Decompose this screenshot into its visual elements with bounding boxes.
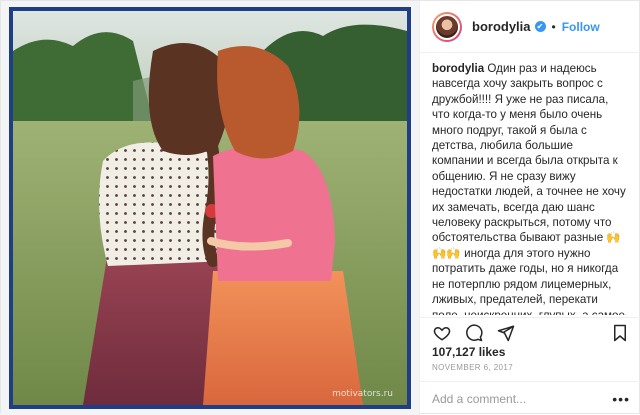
- verified-badge-icon: ✔: [534, 21, 546, 32]
- photo-frame: motivators.ru: [9, 7, 411, 409]
- save-button[interactable]: [608, 321, 632, 345]
- photo-watermark: motivators.ru: [332, 389, 393, 399]
- avatar[interactable]: [432, 11, 462, 42]
- comment-box: •••: [420, 381, 640, 415]
- post-header: borodylia ✔ • Follow: [420, 1, 640, 53]
- instagram-post: motivators.ru borodylia ✔ • Follow borod…: [0, 0, 640, 415]
- post-media[interactable]: motivators.ru: [1, 1, 419, 415]
- more-options-button[interactable]: •••: [612, 391, 630, 407]
- bookmark-icon: [614, 324, 626, 341]
- photo-illustration: [13, 11, 407, 405]
- caption-text: Один раз и надеюсь навсегда хочу закрыть…: [432, 62, 626, 315]
- heart-icon: [433, 326, 451, 341]
- post-date[interactable]: NOVEMBER 6, 2017: [432, 363, 513, 372]
- action-bar: [420, 317, 640, 347]
- caption-username[interactable]: borodylia: [432, 62, 484, 75]
- follow-button[interactable]: Follow: [562, 20, 600, 34]
- likes-count[interactable]: 107,127 likes: [432, 345, 505, 359]
- post-caption: borodylia Один раз и надеюсь навсегда хо…: [420, 53, 640, 315]
- comment-bubble-icon: [466, 324, 483, 341]
- avatar-image: [434, 13, 460, 40]
- comment-button[interactable]: [462, 321, 486, 345]
- comment-input[interactable]: [432, 391, 602, 406]
- post-sidebar: borodylia ✔ • Follow borodylia Один раз …: [419, 1, 640, 415]
- share-arrow-icon: [497, 325, 515, 341]
- post-photo[interactable]: motivators.ru: [13, 11, 407, 405]
- username-link[interactable]: borodylia: [472, 19, 531, 34]
- like-button[interactable]: [430, 321, 454, 345]
- header-separator: •: [551, 19, 556, 34]
- share-button[interactable]: [494, 321, 518, 345]
